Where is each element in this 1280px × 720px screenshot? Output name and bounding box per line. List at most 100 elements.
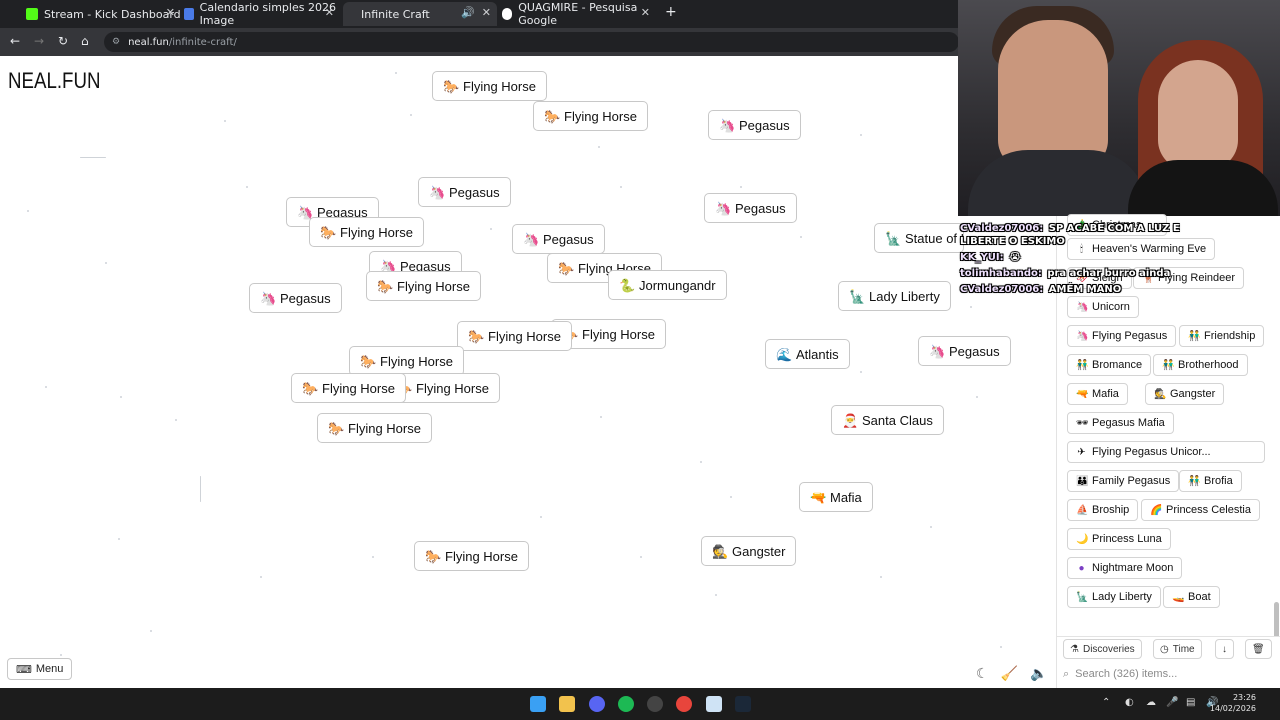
sidebar-item[interactable]: 🌈 Princess Celestia <box>1141 499 1260 521</box>
chat-message: CValdez07006: SP ACABE COM A LUZ E LIBER… <box>960 223 1180 247</box>
url-field[interactable]: ⚙ neal.fun/infinite-craft/ <box>104 32 959 52</box>
tab-title: QUAGMIRE - Pesquisa Google <box>518 1 638 27</box>
stream-chat-overlay: CValdez07006: SP ACABE COM A LUZ E LIBER… <box>960 222 1190 299</box>
kick-icon <box>26 8 38 20</box>
tab-discoveries[interactable]: ⚗ Discoveries <box>1063 639 1142 659</box>
sort-direction-button[interactable]: ↓ <box>1215 639 1234 659</box>
item-pegasus[interactable]: 🦄 Pegasus <box>704 193 797 223</box>
new-tab-plus-icon[interactable]: + <box>665 4 677 20</box>
tab-sort-time[interactable]: ◷ Time <box>1153 639 1202 659</box>
url-path: /infinite-craft/ <box>168 36 237 48</box>
neal-fun-logo[interactable]: NEAL.FUN <box>8 68 100 94</box>
item-atlantis[interactable]: 🌊 Atlantis <box>765 339 850 369</box>
horse-icon: 🐎 <box>443 78 460 94</box>
sidebar-item[interactable]: ✈ Flying Pegasus Unicor... <box>1067 441 1265 463</box>
sidebar-item[interactable]: 🦄 Unicorn <box>1067 296 1139 318</box>
canvas-tools: ☾ 🧹 🔈 <box>976 666 1047 682</box>
infinite-craft-icon <box>343 8 355 20</box>
item-flying-horse[interactable]: 🐎Flying Horse <box>432 71 547 101</box>
tab-kick-dashboard[interactable]: Stream - Kick Dashboard ✕ <box>26 2 181 26</box>
tray-chevron-icon[interactable]: ⌃ <box>1102 697 1110 708</box>
obs-icon[interactable] <box>647 696 663 712</box>
statue-icon: 🗽 <box>1076 591 1089 603</box>
item-statue-of-liberty[interactable]: 🗽Statue of Liberty <box>874 223 964 253</box>
horse-icon: 🐎 <box>558 260 575 276</box>
search-input[interactable]: ⌕ Search (326) items... <box>1063 663 1275 685</box>
family-icon: 👪 <box>1076 475 1089 487</box>
site-info-icon[interactable]: ⚙ <box>112 37 120 47</box>
item-pegasus[interactable]: 🦄 Pegasus <box>708 110 801 140</box>
tab-infinite-craft[interactable]: Infinite Craft 🔊 ✕ <box>343 2 497 26</box>
file-explorer-icon[interactable] <box>559 696 575 712</box>
sidebar-item[interactable]: 👬 Bromance <box>1067 354 1152 376</box>
sidebar-item[interactable]: 🕵 Gangster <box>1145 383 1225 405</box>
broom-clear-icon[interactable]: 🧹 <box>1001 666 1018 682</box>
close-icon[interactable]: ✕ <box>641 6 650 19</box>
dark-mode-moon-icon[interactable]: ☾ <box>976 666 989 682</box>
horse-icon: 🐎 <box>328 420 345 436</box>
sidebar-item[interactable]: ● Nightmare Moon <box>1067 557 1183 579</box>
sidebar-item[interactable]: 🗽 Lady Liberty <box>1067 586 1161 608</box>
sidebar-item[interactable]: 🕶 Pegasus Mafia <box>1067 412 1174 434</box>
spotify-icon[interactable] <box>618 696 634 712</box>
document-icon <box>184 8 194 20</box>
item-flying-horse[interactable]: 🐎Flying Horse <box>349 346 464 376</box>
discord-icon[interactable] <box>589 696 605 712</box>
item-pegasus[interactable]: 🦄 Pegasus <box>512 224 605 254</box>
chrome-icon[interactable] <box>676 696 692 712</box>
menu-button[interactable]: ⌨ Menu <box>7 658 73 680</box>
sidebar-item[interactable]: 🌙 Princess Luna <box>1067 528 1171 550</box>
close-icon[interactable]: ✕ <box>325 6 334 19</box>
sidebar-item[interactable]: 🚤 Boat <box>1163 586 1220 608</box>
item-santa-claus[interactable]: 🎅 Santa Claus <box>831 405 944 435</box>
sidebar-item[interactable]: 👬 Friendship <box>1179 325 1265 347</box>
back-arrow-icon[interactable]: ← <box>10 34 20 48</box>
microphone-icon[interactable]: 🎤 <box>1166 697 1178 708</box>
item-flying-horse[interactable]: 🐎Flying Horse <box>457 321 572 351</box>
item-mafia[interactable]: 🔫 Mafia <box>799 482 873 512</box>
close-icon[interactable]: ✕ <box>482 6 491 19</box>
sidebar-item[interactable]: 👬 Brofia <box>1179 470 1242 492</box>
sidebar-item[interactable]: 👪 Family Pegasus <box>1067 470 1180 492</box>
sidebar-item[interactable]: 🦄 Flying Pegasus <box>1067 325 1177 347</box>
notepad-icon[interactable] <box>706 696 722 712</box>
ship-icon: ⛵ <box>1076 504 1089 516</box>
tray-app-icon[interactable]: ◐ <box>1125 697 1134 708</box>
forward-arrow-icon[interactable]: → <box>34 34 44 48</box>
speaker-icon[interactable]: 🔊 <box>461 6 475 19</box>
people-icon: 👬 <box>1076 359 1089 371</box>
sidebar-item[interactable]: 👬 Brotherhood <box>1153 354 1248 376</box>
item-flying-horse[interactable]: 🐎Flying Horse <box>533 101 648 131</box>
item-pegasus[interactable]: 🦄 Pegasus <box>249 283 342 313</box>
home-icon[interactable]: ⌂ <box>81 34 89 48</box>
craft-canvas[interactable]: NEAL.FUN 🐎 Flying Horse 🐎 Flying Horse 🦄 Pe… <box>0 56 1056 688</box>
item-flying-horse[interactable]: 🐎Flying Horse <box>317 413 432 443</box>
item-flying-horse[interactable]: 🐎Flying Horse <box>309 217 424 247</box>
windows-start-icon[interactable] <box>530 696 546 712</box>
horse-icon: 🐎 <box>320 224 337 240</box>
item-pegasus[interactable]: 🦄 Pegasus <box>918 336 1011 366</box>
sidebar-item[interactable]: ⛵ Broship <box>1067 499 1139 521</box>
steam-icon[interactable] <box>735 696 751 712</box>
item-flying-horse[interactable]: 🐎Flying Horse <box>366 271 481 301</box>
tab-google-search[interactable]: QUAGMIRE - Pesquisa Google ✕ <box>502 1 656 27</box>
delete-button[interactable]: 🗑 <box>1245 639 1272 659</box>
sidebar-item[interactable]: 🔫 Mafia <box>1067 383 1128 405</box>
unicorn-icon: 🦄 <box>260 290 277 306</box>
wave-icon: 🌊 <box>776 346 793 362</box>
sound-icon[interactable]: 🔈 <box>1030 666 1047 682</box>
tab-calendario[interactable]: Calendario simples 2026 Image ✕ <box>184 1 340 27</box>
item-flying-horse[interactable]: 🐎Flying Horse <box>414 541 529 571</box>
network-icon[interactable]: ▤ <box>1186 697 1195 708</box>
item-lady-liberty[interactable]: 🗽 Lady Liberty <box>838 281 951 311</box>
item-pegasus[interactable]: 🦄 Pegasus <box>418 177 511 207</box>
system-clock[interactable]: 23:26 14/02/2026 <box>1210 692 1256 714</box>
item-gangster[interactable]: 🕵 Gangster <box>701 536 797 566</box>
item-jormungandr[interactable]: 🐍 Jormungandr <box>608 270 727 300</box>
reload-icon[interactable]: ↻ <box>58 34 68 48</box>
keyboard-icon: ⌨ <box>16 663 32 676</box>
item-flying-horse[interactable]: 🐎Flying Horse <box>291 373 406 403</box>
close-icon[interactable]: ✕ <box>166 6 175 19</box>
cloud-icon[interactable]: ☁ <box>1146 697 1156 708</box>
statue-icon: 🗽 <box>849 288 866 304</box>
